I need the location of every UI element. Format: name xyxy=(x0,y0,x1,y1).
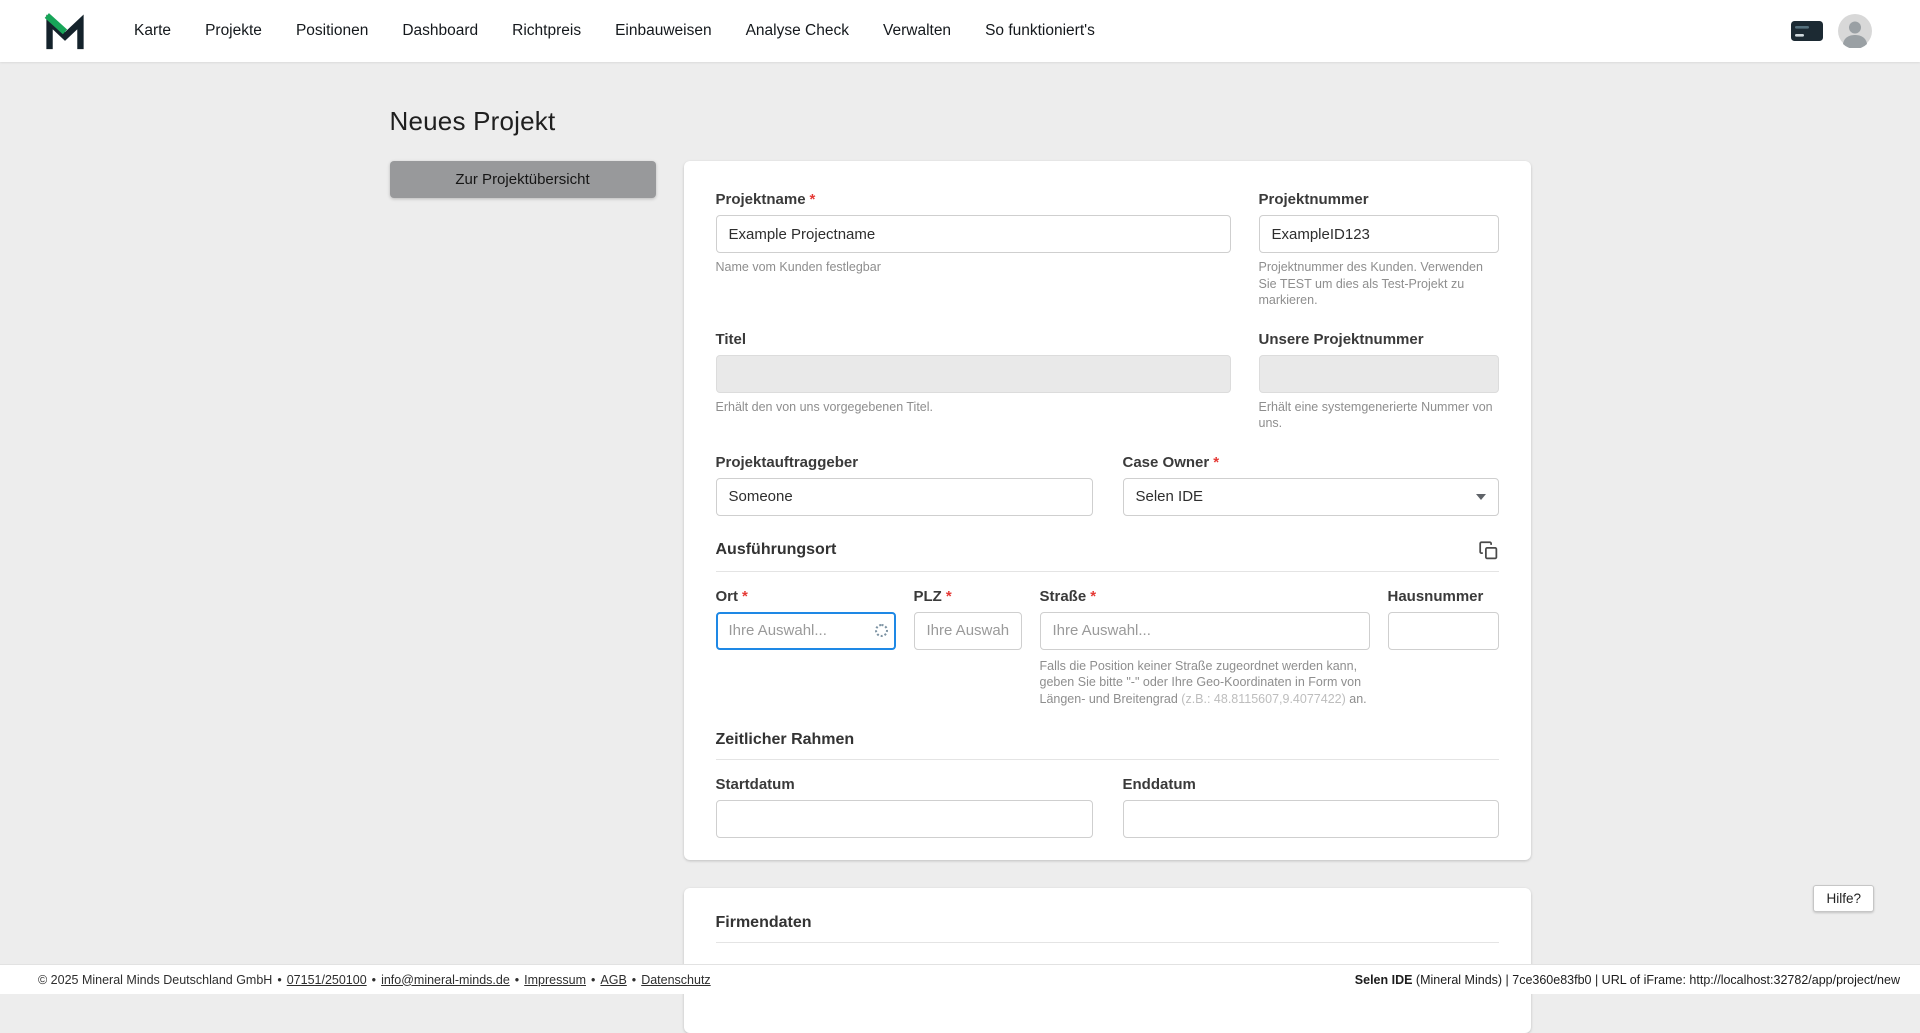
titel-helper: Erhält den von uns vorgegebenen Titel. xyxy=(716,399,1231,416)
projektname-input[interactable] xyxy=(716,215,1231,253)
section-firmendaten: Firmendaten xyxy=(716,914,1499,943)
strasse-input[interactable] xyxy=(1040,612,1370,650)
field-projektname: Projektname* Name vom Kunden festlegbar xyxy=(716,191,1231,309)
zeitlicher-rahmen-heading: Zeitlicher Rahmen xyxy=(716,731,855,749)
firmendaten-card: Firmendaten xyxy=(684,888,1531,1033)
session-user: Selen IDE xyxy=(1355,973,1413,987)
section-ausfuehrungsort: Ausführungsort xyxy=(716,540,1499,572)
session-details: (Mineral Minds) | 7ce360e83fb0 | URL of … xyxy=(1412,973,1900,987)
projektnummer-helper: Projektnummer des Kunden. Verwenden Sie … xyxy=(1259,259,1499,309)
copy-address-button[interactable] xyxy=(1478,540,1499,561)
help-button[interactable]: Hilfe? xyxy=(1813,885,1874,912)
field-projektauftraggeber: Projektauftraggeber xyxy=(716,454,1093,516)
required-asterisk: * xyxy=(742,588,748,605)
titel-label: Titel xyxy=(716,331,1231,348)
strasse-label: Straße* xyxy=(1040,588,1370,605)
field-ort: Ort* xyxy=(716,588,896,650)
person-icon xyxy=(1838,14,1872,48)
nav-item-projekte[interactable]: Projekte xyxy=(205,22,262,40)
required-asterisk: * xyxy=(810,191,816,208)
case-owner-select[interactable]: Selen IDE xyxy=(1123,478,1499,516)
projektname-label: Projektname* xyxy=(716,191,1231,208)
copyright-text: © 2025 Mineral Minds Deutschland GmbH xyxy=(38,973,272,987)
footer-left: © 2025 Mineral Minds Deutschland GmbH • … xyxy=(38,973,711,987)
loading-spinner-icon xyxy=(875,624,888,637)
hausnummer-input[interactable] xyxy=(1388,612,1499,650)
main-content: Neues Projekt Zur Projektübersicht Proje… xyxy=(0,0,1920,1033)
required-asterisk: * xyxy=(1213,454,1219,471)
required-asterisk: * xyxy=(946,588,952,605)
page-title: Neues Projekt xyxy=(390,106,1531,137)
nav-item-einbauweisen[interactable]: Einbauweisen xyxy=(615,22,712,40)
field-startdatum: Startdatum xyxy=(716,776,1093,838)
copy-icon xyxy=(1478,540,1499,561)
footer-separator: • xyxy=(515,973,519,987)
ausfuehrungsort-heading: Ausführungsort xyxy=(716,541,837,559)
case-owner-value: Selen IDE xyxy=(1136,488,1204,505)
phone-link[interactable]: 07151/250100 xyxy=(287,973,367,987)
footer-separator: • xyxy=(632,973,636,987)
top-nav: Karte Projekte Positionen Dashboard Rich… xyxy=(0,0,1920,62)
project-overview-button[interactable]: Zur Projektübersicht xyxy=(390,161,656,198)
brand-logo[interactable] xyxy=(44,11,86,51)
projektauftraggeber-label: Projektauftraggeber xyxy=(716,454,1093,471)
impressum-link[interactable]: Impressum xyxy=(524,973,586,987)
field-projektnummer: Projektnummer Projektnummer des Kunden. … xyxy=(1259,191,1499,309)
footer-separator: • xyxy=(591,973,595,987)
field-strasse: Straße* xyxy=(1040,588,1370,650)
projektnummer-label: Projektnummer xyxy=(1259,191,1499,208)
case-owner-label: Case Owner* xyxy=(1123,454,1499,471)
plz-input[interactable] xyxy=(914,612,1022,650)
nav-item-richtpreis[interactable]: Richtpreis xyxy=(512,22,581,40)
field-hausnummer: Hausnummer xyxy=(1388,588,1499,650)
project-form-card: Projektname* Name vom Kunden festlegbar … xyxy=(684,161,1531,860)
nav-item-analyse-check[interactable]: Analyse Check xyxy=(746,22,849,40)
footer-separator: • xyxy=(372,973,376,987)
ort-label: Ort* xyxy=(716,588,896,605)
user-avatar[interactable] xyxy=(1838,14,1872,48)
startdatum-input[interactable] xyxy=(716,800,1093,838)
required-asterisk: * xyxy=(1090,588,1096,605)
email-link[interactable]: info@mineral-minds.de xyxy=(381,973,510,987)
plz-label: PLZ* xyxy=(914,588,1022,605)
agb-link[interactable]: AGB xyxy=(600,973,626,987)
field-enddatum: Enddatum xyxy=(1123,776,1499,838)
nav-item-verwalten[interactable]: Verwalten xyxy=(883,22,951,40)
nav-item-dashboard[interactable]: Dashboard xyxy=(402,22,478,40)
field-titel: Titel Erhält den von uns vorgegebenen Ti… xyxy=(716,331,1231,432)
projektname-helper: Name vom Kunden festlegbar xyxy=(716,259,1231,276)
nav-item-karte[interactable]: Karte xyxy=(134,22,171,40)
titel-input xyxy=(716,355,1231,393)
section-zeitlicher-rahmen: Zeitlicher Rahmen xyxy=(716,731,1499,760)
hausnummer-label: Hausnummer xyxy=(1388,588,1499,605)
unsere-projektnummer-helper: Erhält eine systemgenerierte Nummer von … xyxy=(1259,399,1499,432)
datenschutz-link[interactable]: Datenschutz xyxy=(641,973,710,987)
session-info: Selen IDE (Mineral Minds) | 7ce360e83fb0… xyxy=(1355,973,1900,987)
header-icons xyxy=(1790,14,1872,48)
footer: © 2025 Mineral Minds Deutschland GmbH • … xyxy=(0,964,1920,994)
field-unsere-projektnummer: Unsere Projektnummer Erhält eine systemg… xyxy=(1259,331,1499,432)
strasse-helper: Falls die Position keiner Straße zugeord… xyxy=(1040,658,1370,708)
unsere-projektnummer-label: Unsere Projektnummer xyxy=(1259,331,1499,348)
brand-logo-icon xyxy=(44,11,86,51)
enddatum-input[interactable] xyxy=(1123,800,1499,838)
nav-item-positionen[interactable]: Positionen xyxy=(296,22,368,40)
enddatum-label: Enddatum xyxy=(1123,776,1499,793)
firmendaten-heading: Firmendaten xyxy=(716,914,812,932)
footer-separator: • xyxy=(277,973,281,987)
field-plz: PLZ* xyxy=(914,588,1022,650)
projektnummer-input[interactable] xyxy=(1259,215,1499,253)
unsere-projektnummer-input xyxy=(1259,355,1499,393)
ort-input[interactable] xyxy=(716,612,896,650)
projektauftraggeber-input[interactable] xyxy=(716,478,1093,516)
nav-item-so-funktionierts[interactable]: So funktioniert's xyxy=(985,22,1095,40)
startdatum-label: Startdatum xyxy=(716,776,1093,793)
main-nav: Karte Projekte Positionen Dashboard Rich… xyxy=(134,22,1095,40)
field-case-owner: Case Owner* Selen IDE xyxy=(1123,454,1499,516)
credit-card-icon[interactable] xyxy=(1790,18,1824,44)
chevron-down-icon xyxy=(1476,494,1486,500)
